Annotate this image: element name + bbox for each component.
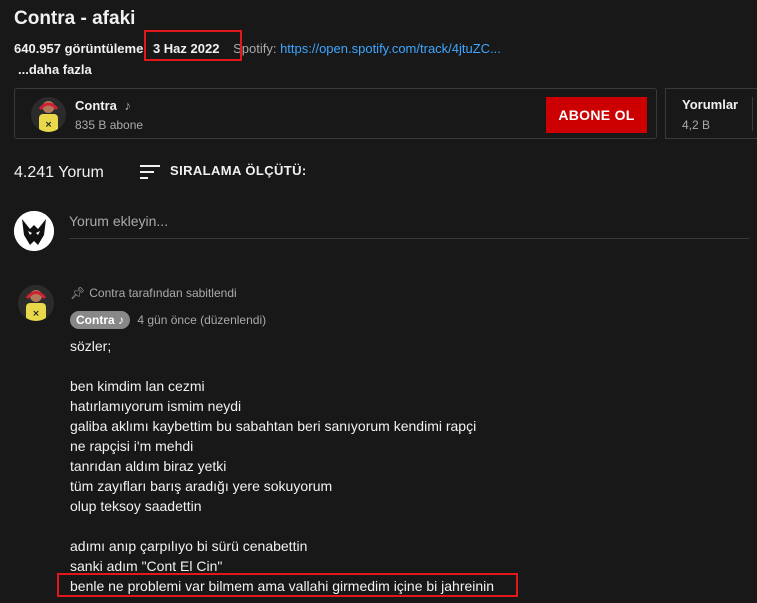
sort-button[interactable]: SIRALAMA ÖLÇÜTÜ:: [140, 163, 307, 179]
video-meta: 640.957 görüntüleme 3 Haz 2022 Spotify: …: [14, 41, 501, 56]
comments-panel-preview[interactable]: Yorumlar 4,2 B: [665, 88, 757, 139]
svg-text:×: ×: [32, 309, 40, 319]
comment-input[interactable]: [69, 208, 749, 234]
pin-icon: 📌︎: [70, 286, 86, 300]
sort-icon: [140, 164, 160, 179]
music-note-icon: ♪: [124, 98, 132, 113]
comment-author-badge[interactable]: Contra ♪: [70, 311, 131, 329]
divider: [752, 97, 753, 131]
view-count: 640.957 görüntüleme: [14, 41, 144, 56]
channel-name[interactable]: Contra ♪: [75, 98, 131, 113]
subscriber-count: 835 B abone: [75, 118, 144, 132]
sort-label: SIRALAMA ÖLÇÜTÜ:: [170, 163, 307, 178]
spotify-link[interactable]: https://open.spotify.com/track/4jtuZC...: [280, 41, 501, 56]
comment-count: 4.241 Yorum: [14, 164, 104, 181]
comments-panel-count: 4,2 B: [682, 118, 711, 132]
comment-text: sözler; ben kimdim lan cezmi hatırlamıyo…: [70, 338, 495, 594]
comments-panel-title: Yorumlar: [682, 97, 739, 112]
user-avatar[interactable]: [14, 211, 54, 251]
comment-input-wrapper: [69, 208, 749, 239]
comment-timestamp[interactable]: 4 gün önce (düzenlendi): [137, 313, 266, 327]
show-more-link[interactable]: ...daha fazla: [18, 62, 92, 77]
channel-avatar[interactable]: ×: [31, 97, 66, 132]
music-note-icon: ♪: [118, 313, 125, 327]
comment-header: Contra ♪ 4 gün önce (düzenlendi): [70, 311, 266, 329]
pinned-indicator: 📌︎ Contra tarafından sabitlendi: [70, 286, 237, 300]
channel-card: × Contra ♪ 835 B abone ABONE OL: [14, 88, 657, 139]
subscribe-button[interactable]: ABONE OL: [546, 97, 647, 133]
comment-author-avatar[interactable]: ×: [18, 285, 54, 321]
date-highlight-box: [144, 30, 242, 61]
svg-text:×: ×: [45, 120, 53, 130]
pinned-label: Contra tarafından sabitlendi: [89, 286, 237, 300]
lyric-highlight-box: [57, 573, 518, 597]
video-title: Contra - afaki: [14, 8, 136, 29]
